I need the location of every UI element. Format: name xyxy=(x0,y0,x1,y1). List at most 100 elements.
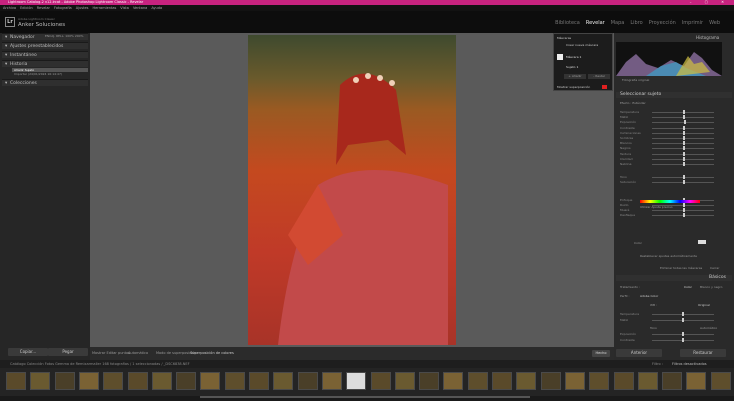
delete-all-masks-button[interactable]: Eliminar todas las máscaras xyxy=(660,266,702,270)
close-masks-button[interactable]: Cerrar xyxy=(710,266,719,270)
history-header[interactable]: Historia xyxy=(2,60,88,68)
filmstrip-thumbnail[interactable] xyxy=(224,372,245,390)
menu-item[interactable]: Edición xyxy=(20,6,33,10)
mask-adjust-slider[interactable]: Neblina xyxy=(620,162,722,166)
filmstrip-thumbnail[interactable] xyxy=(613,372,634,390)
overlay-color-swatch[interactable] xyxy=(602,85,607,89)
filmstrip-thumbnail[interactable] xyxy=(540,372,561,390)
module-tab[interactable]: Proyección xyxy=(649,20,676,26)
filmstrip-thumbnail[interactable] xyxy=(662,372,683,390)
collections-header[interactable]: Colecciones xyxy=(2,79,88,87)
profile-select[interactable]: Adobe Color xyxy=(640,294,658,298)
filmstrip-thumbnail[interactable] xyxy=(321,372,342,390)
navigator-zoom-tabs[interactable]: ENCAJ. RELL. 100% 200% xyxy=(45,34,83,38)
photo-with-mask-overlay[interactable] xyxy=(248,35,456,345)
slider-knob[interactable] xyxy=(683,125,685,130)
slider-knob[interactable] xyxy=(683,151,685,156)
mask-select-header[interactable]: Seleccionar sujeto xyxy=(616,92,732,98)
mask-adjust-slider[interactable]: Textura xyxy=(620,151,722,156)
filmstrip-thumbnail[interactable] xyxy=(492,372,512,390)
filmstrip-thumbnail[interactable] xyxy=(151,372,172,390)
contrast-slider[interactable]: Contraste xyxy=(620,338,722,342)
color-swatch[interactable] xyxy=(698,240,706,244)
mask-adjust-slider[interactable]: Desfleque xyxy=(620,213,722,218)
filmstrip-thumbnail[interactable] xyxy=(297,372,318,390)
mask-adjust-slider[interactable]: Sombras xyxy=(620,136,722,140)
mask-adjust-slider[interactable]: Exposición xyxy=(620,120,722,125)
module-tab[interactable]: Libro xyxy=(630,20,642,26)
mask-adjust-slider[interactable]: Temperatura xyxy=(620,110,722,114)
menu-item[interactable]: Fotografía xyxy=(54,6,72,10)
subject-item[interactable]: Sujeto 1 xyxy=(566,65,578,69)
filmstrip-thumbnail[interactable] xyxy=(176,372,197,390)
filmstrip-thumbnail[interactable] xyxy=(127,372,148,390)
precise-checkbox[interactable]: Utilizar Ajuste preciso xyxy=(640,205,673,209)
slider-knob[interactable] xyxy=(683,175,685,180)
slider-knob[interactable] xyxy=(683,110,685,114)
menu-item[interactable]: Ajustes xyxy=(76,6,89,10)
subtract-mask-button[interactable]: – Restar xyxy=(588,74,610,79)
filmstrip-scrollbar[interactable] xyxy=(200,396,530,398)
create-mask-button[interactable]: Crear nueva máscara xyxy=(554,42,612,48)
filmstrip-thumbnail[interactable] xyxy=(200,372,221,390)
filmstrip-thumbnail[interactable] xyxy=(516,372,537,390)
show-overlay-checkbox[interactable]: Mostrar superposición xyxy=(557,85,590,89)
mask-adjust-slider[interactable]: Blancos xyxy=(620,141,722,146)
menu-item[interactable]: Herramientas xyxy=(92,6,116,10)
snapshots-header[interactable]: Instantáneo xyxy=(2,51,88,59)
filmstrip-thumbnail[interactable] xyxy=(564,372,585,390)
slider-knob[interactable] xyxy=(683,146,685,151)
slider-knob[interactable] xyxy=(683,180,685,185)
menu-item[interactable]: Ventana xyxy=(133,6,147,10)
module-tab[interactable]: Biblioteca xyxy=(555,20,580,26)
presets-header[interactable]: Ajustes preestablecidos xyxy=(2,42,88,50)
filmstrip-thumbnail[interactable] xyxy=(103,372,124,390)
mask-adjust-slider[interactable]: Claridad xyxy=(620,156,722,161)
auto-mask-checkbox[interactable]: Restablecer ajustes automáticamente xyxy=(640,254,697,258)
filmstrip-thumbnail[interactable] xyxy=(273,372,294,390)
filmstrip-thumbnail[interactable] xyxy=(443,372,464,390)
mask-adjust-slider[interactable]: Tono xyxy=(620,175,722,180)
filmstrip-thumbnail[interactable] xyxy=(54,372,75,390)
mask-adjust-slider[interactable]: Negros xyxy=(620,146,722,151)
slider-track[interactable] xyxy=(652,122,714,124)
paste-button[interactable]: Pegar xyxy=(48,348,88,356)
show-pins-label[interactable]: Mostrar Editar puntos xyxy=(92,351,130,355)
treatment-color[interactable]: Color xyxy=(684,285,692,289)
slider-knob[interactable] xyxy=(683,115,685,120)
filmstrip-thumbnail[interactable] xyxy=(346,372,367,390)
tint-slider[interactable]: Matiz xyxy=(620,318,722,322)
menu-item[interactable]: Revelar xyxy=(37,6,50,10)
menu-item[interactable]: Ayuda xyxy=(151,6,162,10)
slider-knob[interactable] xyxy=(683,162,685,166)
slider-knob[interactable] xyxy=(683,208,685,212)
filmstrip-thumbnail[interactable] xyxy=(710,372,731,390)
done-button[interactable]: Hecho xyxy=(592,350,610,357)
mask-adjust-slider[interactable]: Iluminaciones xyxy=(620,130,722,135)
filter-select[interactable]: Filtros desactivados xyxy=(672,360,707,368)
slider-knob[interactable] xyxy=(684,120,687,125)
hue-gradient[interactable] xyxy=(640,200,700,203)
add-mask-button[interactable]: + Añadir xyxy=(564,74,586,79)
filmstrip-thumbnail[interactable] xyxy=(6,372,26,390)
auto-select[interactable]: Automático xyxy=(128,351,148,355)
module-tab[interactable]: Web xyxy=(709,20,720,26)
tone-auto-button[interactable]: Automático xyxy=(700,326,717,330)
history-item[interactable]: Importar (24/01/2024 16:14:47) xyxy=(12,72,88,76)
mask-adjust-slider[interactable]: Saturación xyxy=(620,180,722,185)
slider-knob[interactable] xyxy=(683,141,685,146)
menu-item[interactable]: Vista xyxy=(120,6,129,10)
filmstrip-thumbnail[interactable] xyxy=(30,372,51,390)
module-tab[interactable]: Imprimir xyxy=(682,20,703,26)
slider-knob[interactable] xyxy=(683,202,685,207)
filmstrip-thumbnail[interactable] xyxy=(370,372,391,390)
copy-button[interactable]: Copiar... xyxy=(8,348,48,356)
filmstrip-thumbnail[interactable] xyxy=(394,372,415,390)
overlay-mode-select[interactable]: Superposición de colores xyxy=(190,351,234,355)
slider-knob[interactable] xyxy=(683,130,685,135)
mask-item[interactable]: Máscara 1 xyxy=(566,55,581,59)
previous-button[interactable]: Anterior xyxy=(616,349,662,357)
filmstrip-thumbnail[interactable] xyxy=(686,372,707,390)
temp-slider[interactable]: Temperatura xyxy=(620,312,722,316)
module-tab[interactable]: Revelar xyxy=(586,20,605,26)
